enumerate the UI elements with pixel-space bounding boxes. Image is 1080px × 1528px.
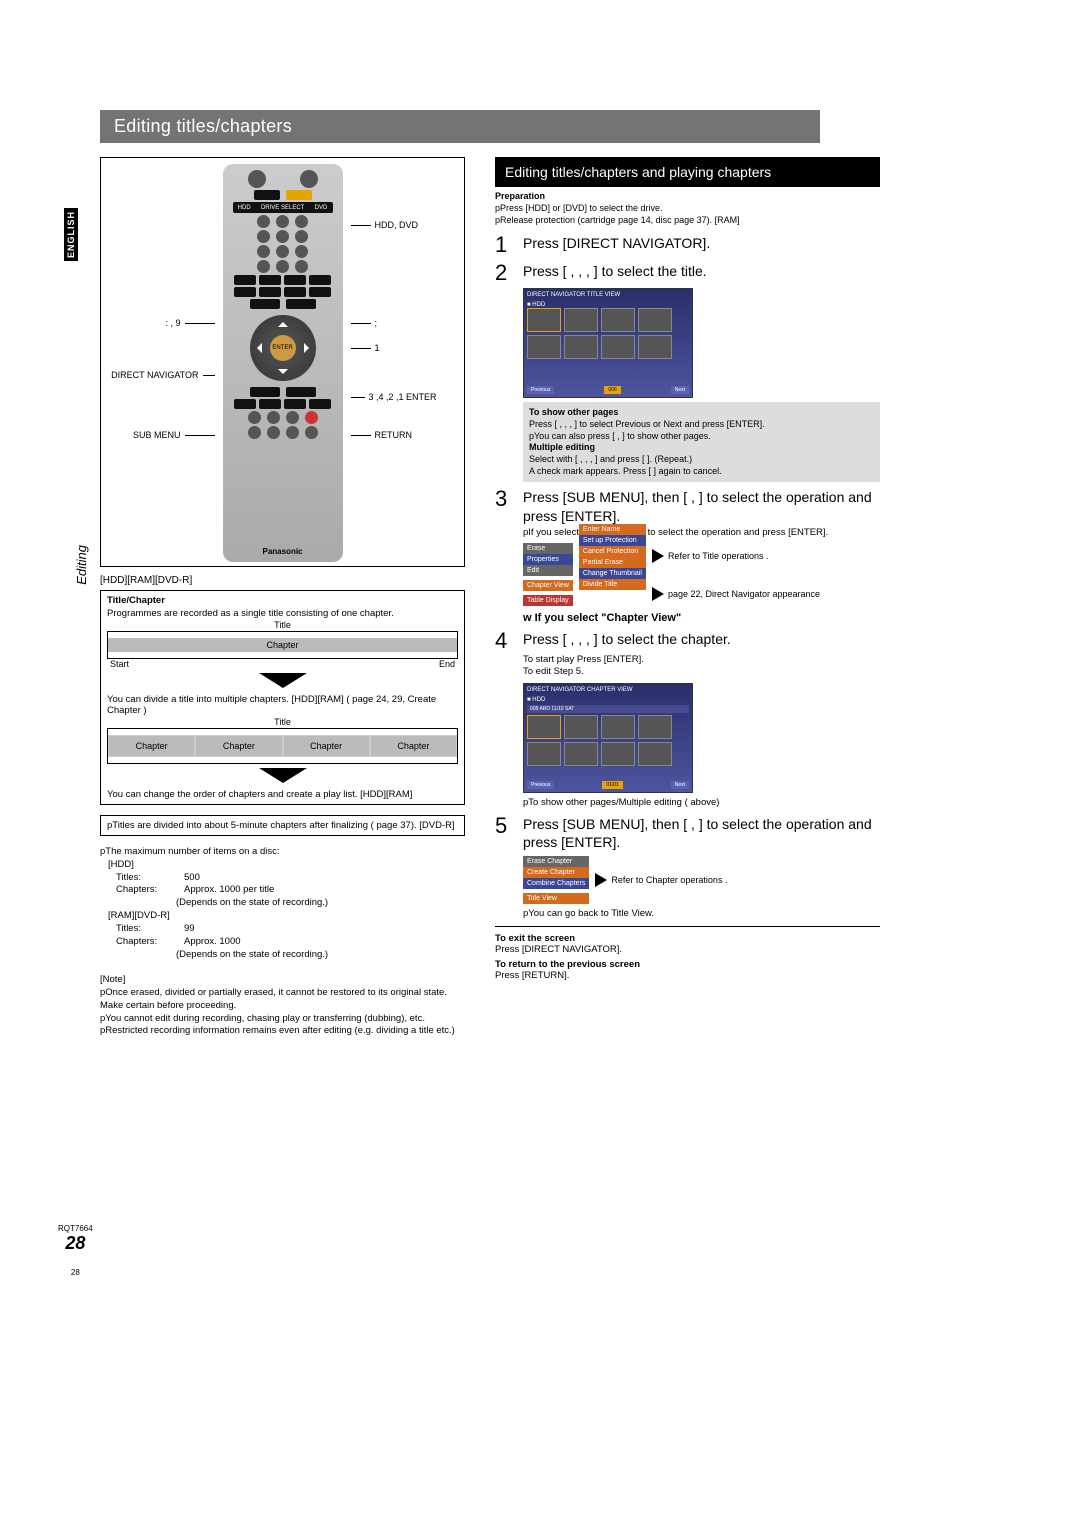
preparation-block: Preparation pPress [HDD] or [DVD] to sel… <box>495 191 880 226</box>
section-side-label: Editing <box>74 545 89 585</box>
brand-label: Panasonic <box>262 547 302 556</box>
return-note: To return to the previous screenPress [R… <box>495 959 880 981</box>
arrow-right-icon <box>652 549 664 563</box>
arrow-down-icon <box>259 768 307 783</box>
step-2: 2Press [ , , , ] to select the title. <box>495 262 880 284</box>
remote-diagram: : , 9 DIRECT NAVIGATOR SUB MENU HDD, DVD… <box>100 157 465 567</box>
pagination-help: To show other pages Press [ , , , ] to s… <box>523 402 880 482</box>
step-5: 5Press [SUB MENU], then [ , ] to select … <box>495 815 880 851</box>
if-chapter-view: w If you select "Chapter View" <box>523 612 880 624</box>
section-heading: Editing titles/chapters and playing chap… <box>495 157 880 187</box>
drive-select-strip: HDDDRIVE SELECTDVD <box>233 202 333 213</box>
chapter-menu-diagram: Erase Chapter Create Chapter Combine Cha… <box>523 856 880 904</box>
direct-navigator-chapter-view: DIRECT NAVIGATOR CHAPTER VIEW ■ HDD 008 … <box>523 683 693 793</box>
direct-navigator-title-view: DIRECT NAVIGATOR TITLE VIEW ■ HDD Previo… <box>523 288 693 398</box>
step-3-sub: pIf you select Edit , press [ , ] to sel… <box>523 527 880 539</box>
step-3: 3Press [SUB MENU], then [ , ] to select … <box>495 488 880 524</box>
title-menu-diagram: Erase Properties Edit Chapter View Table… <box>523 543 880 606</box>
title-chapter-box: Title/Chapter Programmes are recorded as… <box>100 590 465 805</box>
enter-button: ENTER <box>270 335 296 361</box>
dvdr-note-box: pTitles are divided into about 5-minute … <box>100 815 465 836</box>
media-header: [HDD][RAM][DVD-R] <box>100 575 465 586</box>
step-4: 4Press [ , , , ] to select the chapter. <box>495 630 880 652</box>
max-items-note: pThe maximum number of items on a disc: … <box>100 846 465 1038</box>
language-tab: ENGLISH <box>64 208 78 261</box>
power-icon <box>248 170 266 188</box>
arrow-down-icon <box>259 673 307 688</box>
step-1: 1Press [DIRECT NAVIGATOR]. <box>495 234 880 256</box>
dpad-icon: ENTER <box>250 315 316 381</box>
page-number: RQT7664 28 28 <box>58 1224 93 1277</box>
exit-note: To exit the screenPress [DIRECT NAVIGATO… <box>495 933 880 955</box>
remote-body: HDDDRIVE SELECTDVD ENTER <box>223 164 343 562</box>
arrow-right-icon <box>652 587 664 601</box>
page-title: Editing titles/chapters <box>100 110 820 143</box>
arrow-right-icon <box>595 873 607 887</box>
